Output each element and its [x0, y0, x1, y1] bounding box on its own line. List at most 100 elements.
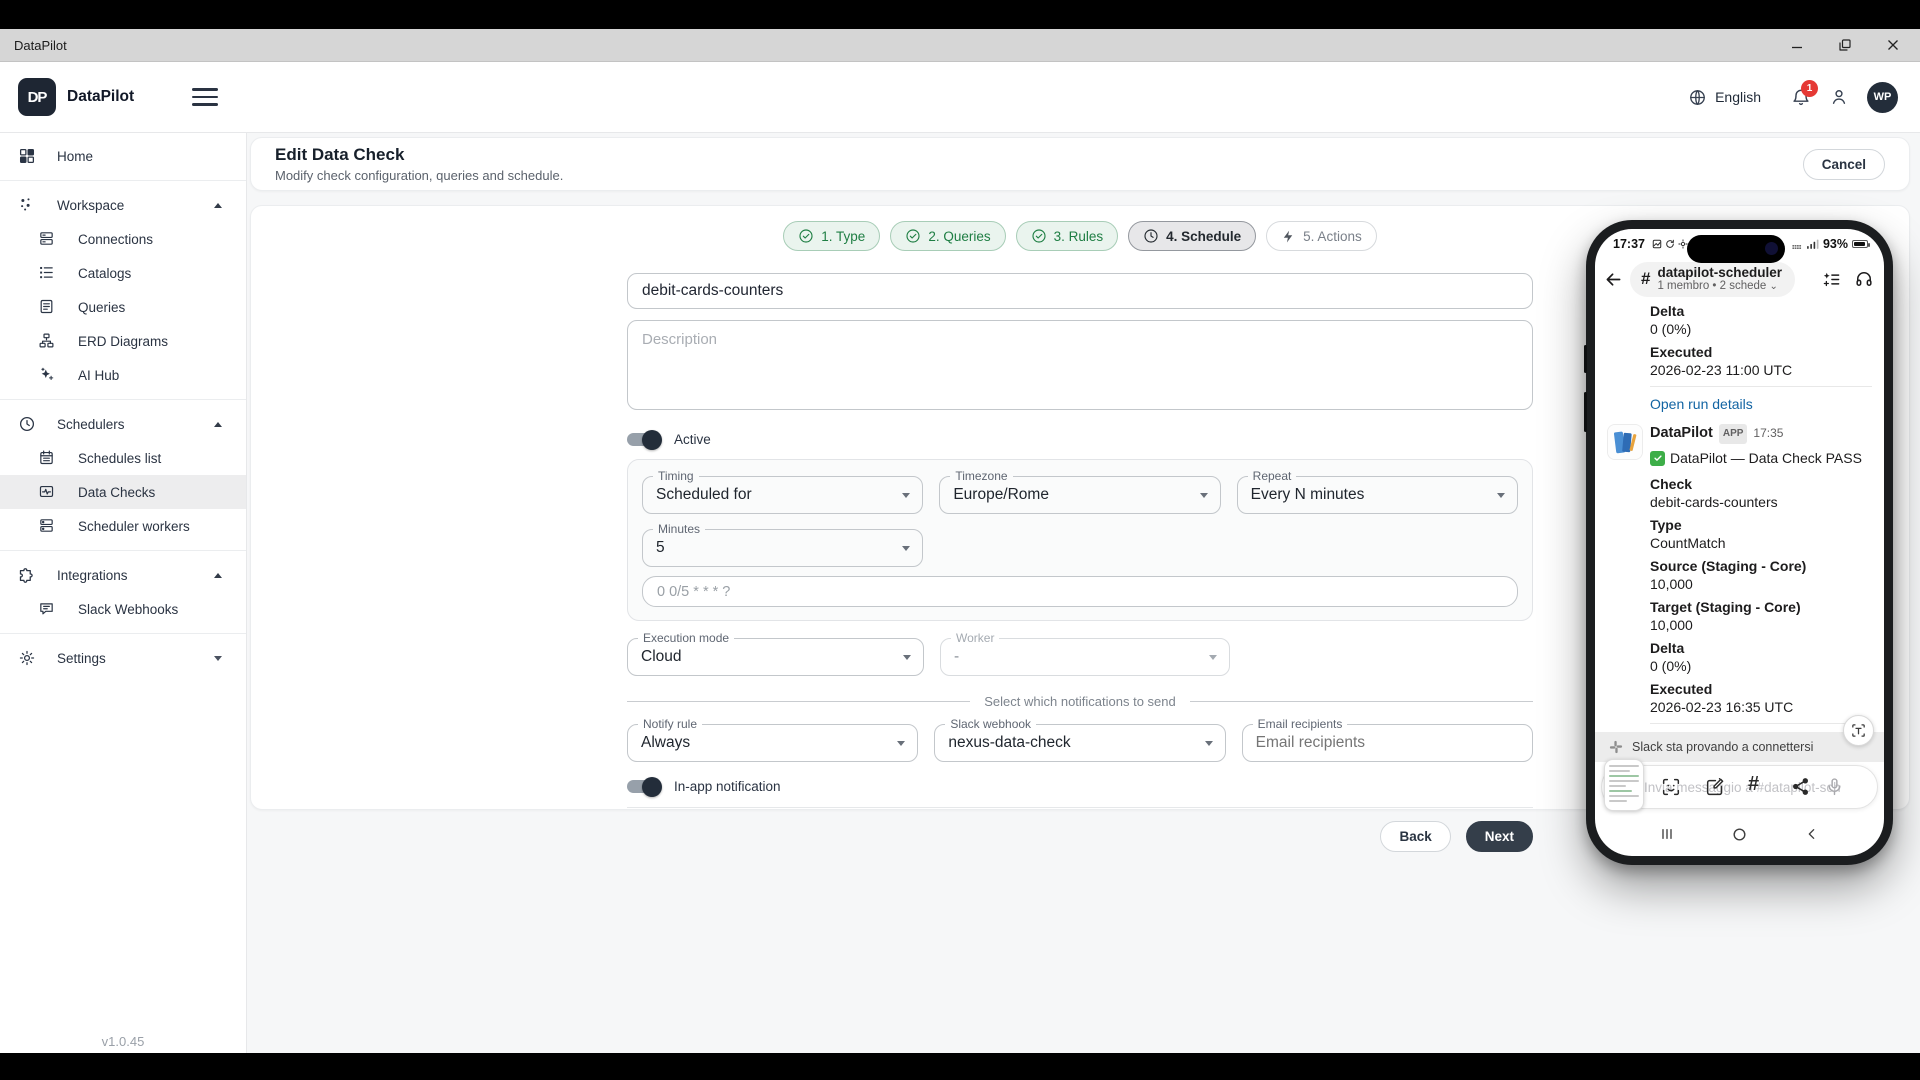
microphone-icon[interactable]	[1824, 776, 1845, 797]
face-scan-icon[interactable]	[1660, 776, 1682, 798]
active-label: Active	[674, 432, 711, 447]
channel-title-button[interactable]: # datapilot-scheduler 1 membro • 2 sched…	[1630, 262, 1795, 297]
sender-name[interactable]: DataPilot	[1650, 424, 1713, 442]
timing-select[interactable]: Timing Scheduled for	[642, 476, 923, 514]
phone-screen: 17:37 • 93% # datapilot-scheduler 1 memb	[1595, 229, 1884, 856]
field-label: Slack webhook	[945, 717, 1036, 731]
sidebar-item-home[interactable]: Home	[0, 139, 246, 173]
ai-sparkle-icon	[38, 366, 56, 384]
sidebar-item-connections[interactable]: Connections	[0, 222, 246, 256]
step-schedule[interactable]: 4. Schedule	[1128, 221, 1256, 251]
hashtag-icon[interactable]: #	[1748, 773, 1759, 796]
notifications-divider: Select which notifications to send	[627, 694, 1533, 709]
connections-icon	[38, 230, 56, 248]
sidebar-item-catalogs[interactable]: Catalogs	[0, 256, 246, 290]
compose-icon[interactable]	[1704, 776, 1726, 798]
inapp-notification-toggle[interactable]	[627, 780, 660, 793]
screenshot-thumbnail[interactable]	[1604, 759, 1644, 811]
message-list: Delta0 (0%) Executed2026-02-23 11:00 UTC…	[1595, 299, 1884, 761]
phone-volume-down-button	[1584, 392, 1587, 432]
language-selector[interactable]: English	[1688, 88, 1761, 107]
sidebar-item-data-checks[interactable]: Data Checks	[0, 475, 246, 509]
app-header: DP DataPilot English 1 WP	[0, 62, 1920, 133]
workers-icon	[38, 517, 56, 535]
step-rules[interactable]: 3. Rules	[1016, 221, 1119, 251]
step-label: 3. Rules	[1054, 229, 1104, 244]
chevron-down-icon	[902, 546, 910, 551]
minutes-select[interactable]: Minutes 5	[642, 529, 923, 567]
open-run-details-link[interactable]: Open run details	[1650, 395, 1872, 414]
field-label: Notify rule	[638, 717, 702, 731]
channel-header: # datapilot-scheduler 1 membro • 2 sched…	[1595, 259, 1884, 299]
extract-text-button[interactable]	[1843, 715, 1874, 746]
recents-button[interactable]	[1659, 826, 1675, 842]
home-button[interactable]	[1731, 826, 1748, 843]
canvas-list-icon[interactable]	[1822, 270, 1841, 289]
step-actions[interactable]: 5. Actions	[1266, 221, 1377, 251]
screen-top-strip	[0, 0, 1920, 29]
notify-rule-select[interactable]: Notify rule Always	[627, 724, 918, 762]
sidebar-item-label: Home	[57, 149, 93, 164]
sidebar-item-ai-hub[interactable]: AI Hub	[0, 358, 246, 392]
step-type[interactable]: 1. Type	[783, 221, 880, 251]
active-toggle[interactable]	[627, 433, 660, 446]
check-name-input[interactable]	[627, 273, 1533, 309]
minimize-button[interactable]	[1780, 32, 1814, 58]
collapse-icon[interactable]	[214, 203, 222, 208]
chevron-down-icon	[902, 493, 910, 498]
sidebar-item-slack-webhooks[interactable]: Slack Webhooks	[0, 592, 246, 626]
sidebar-group-settings[interactable]: Settings	[0, 641, 246, 675]
divider-label: Select which notifications to send	[984, 694, 1176, 709]
sidebar-group-workspace[interactable]: Workspace	[0, 188, 246, 222]
collapse-icon[interactable]	[214, 422, 222, 427]
field-label: Repeat	[1248, 469, 1297, 483]
sidebar-group-schedulers[interactable]: Schedulers	[0, 407, 246, 441]
account-icon[interactable]	[1829, 87, 1849, 107]
menu-toggle-icon[interactable]	[192, 88, 218, 106]
email-recipients-input[interactable]	[1256, 734, 1519, 752]
clock-icon	[1143, 228, 1159, 244]
inapp-label: In-app notification	[674, 779, 781, 794]
sidebar-item-label: Connections	[78, 232, 153, 247]
lightning-icon	[1281, 229, 1296, 244]
slack-message: DataPilot APP 17:35 DataPilot — Data Che…	[1607, 424, 1872, 761]
sidebar-item-queries[interactable]: Queries	[0, 290, 246, 324]
app-badge: APP	[1719, 424, 1748, 444]
back-arrow-icon[interactable]	[1603, 269, 1624, 290]
sidebar-item-schedules-list[interactable]: Schedules list	[0, 441, 246, 475]
check-circle-icon	[905, 228, 921, 244]
back-button[interactable]: Back	[1380, 821, 1450, 852]
cron-expression-input[interactable]: 0 0/5 * * * ?	[642, 576, 1518, 607]
sidebar-group-integrations[interactable]: Integrations	[0, 558, 246, 592]
share-icon[interactable]	[1790, 776, 1811, 797]
worker-select[interactable]: Worker -	[940, 638, 1230, 676]
sidebar-item-label: ERD Diagrams	[78, 334, 168, 349]
description-textarea[interactable]	[627, 320, 1533, 410]
user-avatar[interactable]: WP	[1867, 82, 1898, 113]
message-composer[interactable]: Invia messaggio a #datapilot-sche... #	[1601, 765, 1878, 809]
restore-button[interactable]	[1828, 32, 1862, 58]
repeat-select[interactable]: Repeat Every N minutes	[1237, 476, 1518, 514]
email-recipients-field[interactable]: Email recipients	[1242, 724, 1533, 762]
close-button[interactable]	[1876, 32, 1910, 58]
next-button[interactable]: Next	[1466, 821, 1533, 852]
sidebar-item-scheduler-workers[interactable]: Scheduler workers	[0, 509, 246, 543]
hash-icon: #	[1641, 269, 1650, 289]
field-value: Europe/Rome	[953, 486, 1049, 504]
erd-icon	[38, 332, 56, 350]
nav-back-button[interactable]	[1804, 826, 1820, 842]
collapse-icon[interactable]	[214, 573, 222, 578]
headphones-icon[interactable]	[1854, 269, 1874, 289]
step-queries[interactable]: 2. Queries	[890, 221, 1005, 251]
notifications-button[interactable]: 1	[1791, 87, 1811, 107]
execution-mode-select[interactable]: Execution mode Cloud	[627, 638, 924, 676]
expand-icon[interactable]	[214, 656, 222, 661]
cancel-button[interactable]: Cancel	[1803, 149, 1885, 180]
timezone-select[interactable]: Timezone Europe/Rome	[939, 476, 1220, 514]
slack-webhook-select[interactable]: Slack webhook nexus-data-check	[934, 724, 1225, 762]
sidebar-divider	[0, 180, 246, 181]
sidebar-item-erd-diagrams[interactable]: ERD Diagrams	[0, 324, 246, 358]
window-titlebar: DataPilot	[0, 29, 1920, 62]
window-title: DataPilot	[14, 38, 67, 53]
clock-icon	[18, 415, 36, 433]
